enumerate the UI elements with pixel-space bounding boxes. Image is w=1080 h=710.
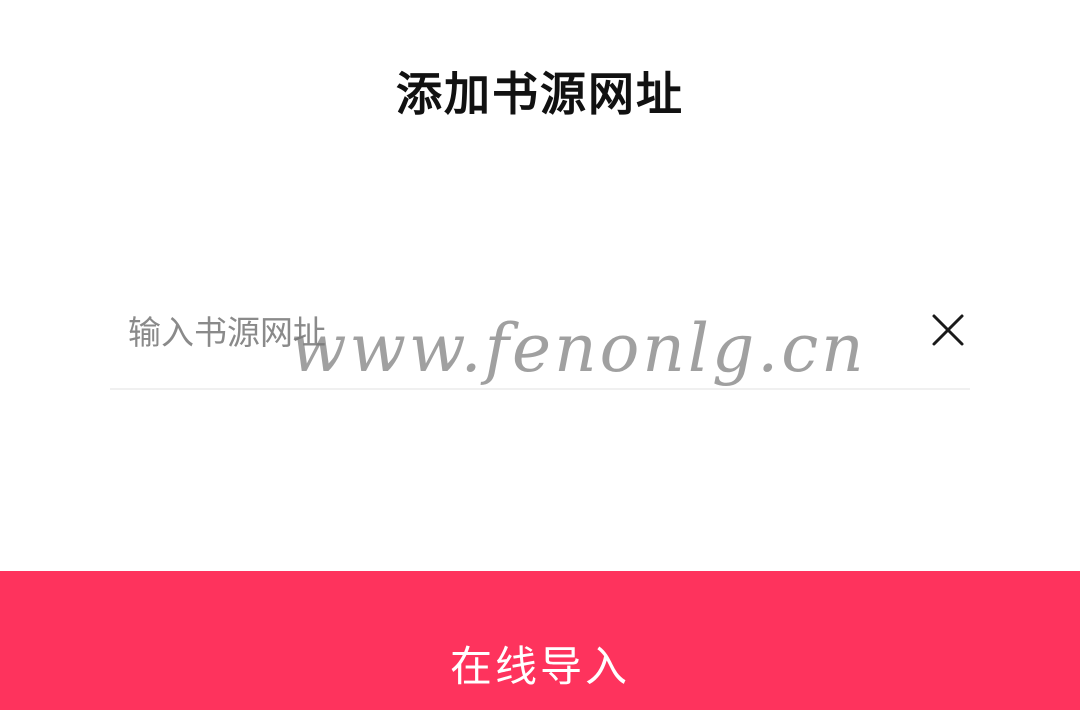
clear-input-button[interactable] (926, 308, 970, 352)
close-icon (932, 314, 964, 346)
dialog-title: 添加书源网址 (396, 67, 684, 121)
url-input-row (110, 290, 970, 390)
book-source-url-input[interactable] (128, 308, 888, 356)
online-import-label: 在线导入 (449, 642, 630, 691)
add-book-source-dialog: 添加书源网址 www.fenonlg.cn 在线导入 (0, 0, 1080, 710)
online-import-button[interactable]: 在线导入 (0, 571, 1080, 710)
